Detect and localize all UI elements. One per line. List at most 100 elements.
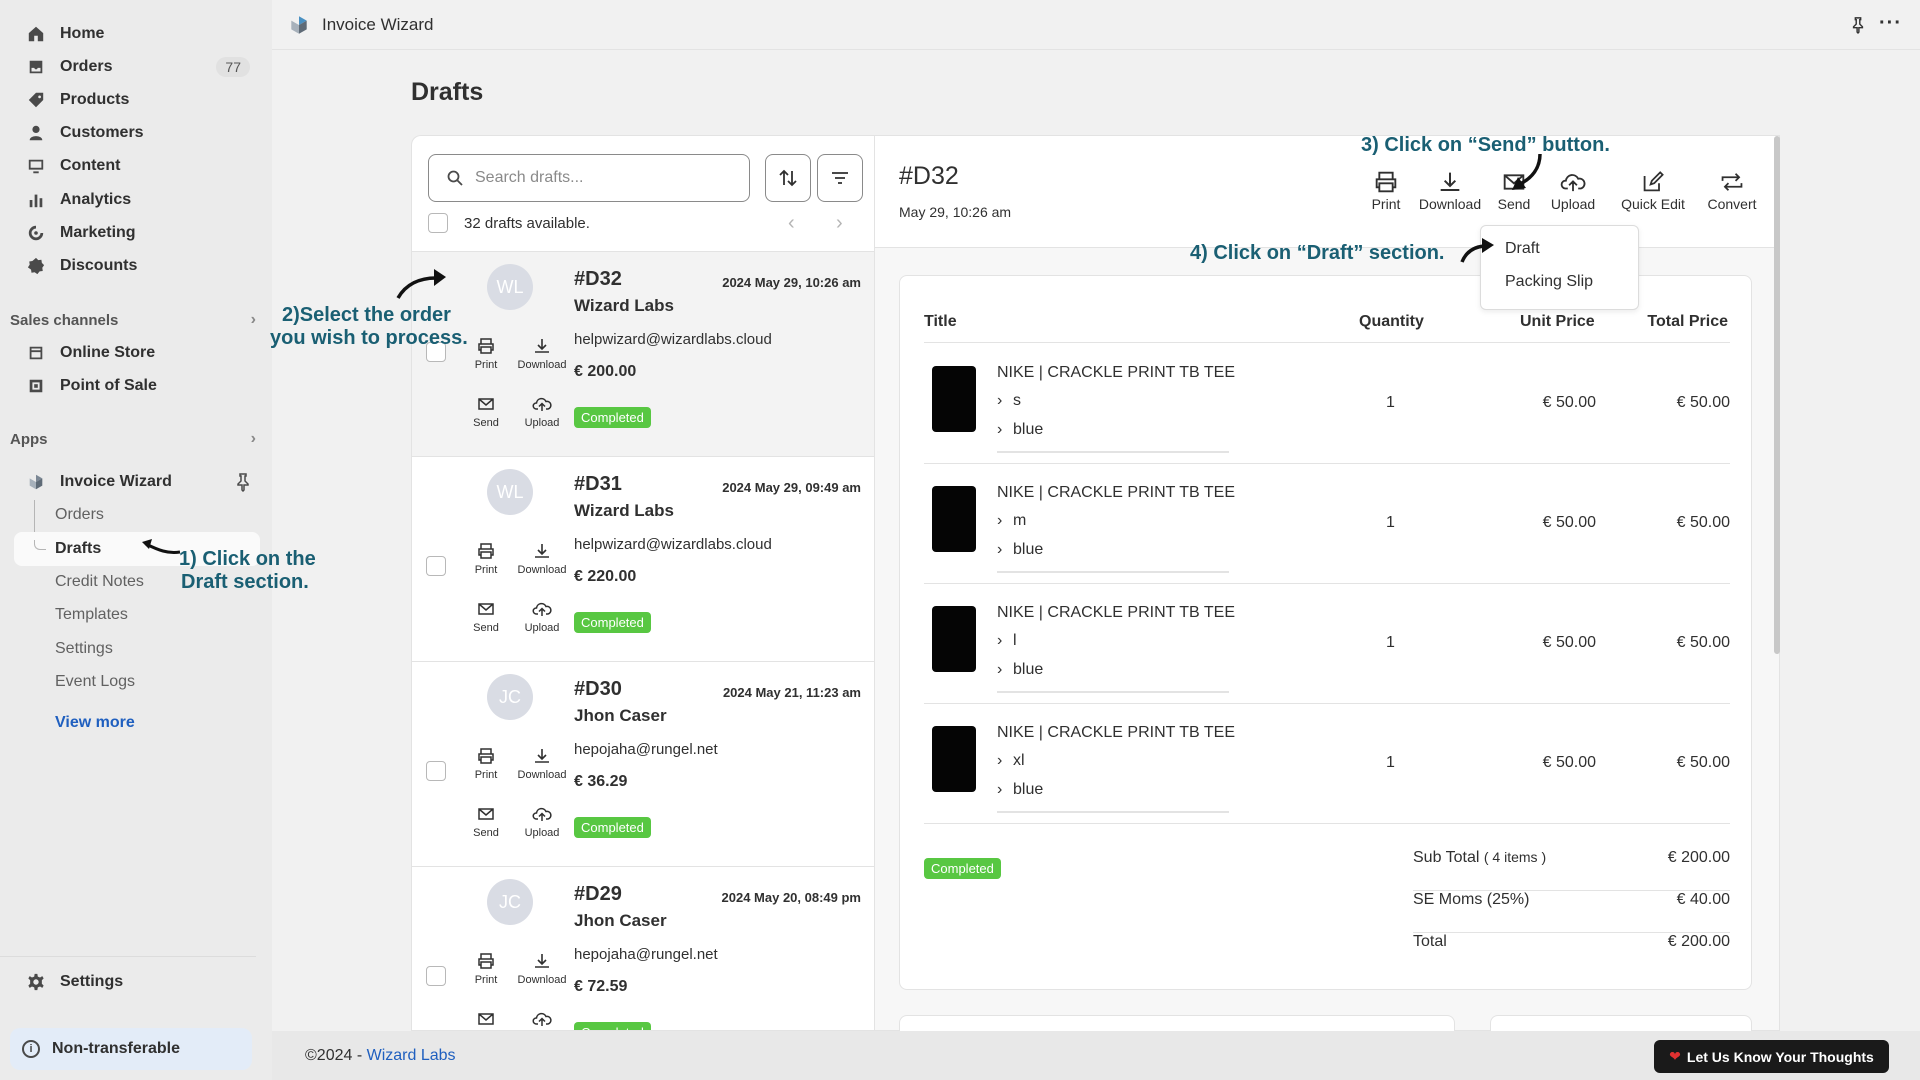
nav-label: Home	[60, 25, 105, 42]
sales-channels-heading[interactable]: Sales channels ›	[10, 311, 260, 329]
line-unit-price: € 50.00	[1542, 394, 1596, 411]
variant-color[interactable]: › blue	[997, 541, 1043, 559]
print-action[interactable]: Print	[456, 952, 516, 986]
draft-row[interactable]: JC Print Download Send Upload #D29 2024 …	[412, 866, 874, 1030]
nav-customers[interactable]: Customers	[14, 117, 260, 149]
col-title: Title	[924, 313, 957, 330]
quick-edit-button[interactable]: Quick Edit	[1611, 170, 1695, 212]
send-action[interactable]: Send	[456, 600, 516, 634]
download-button[interactable]: Download	[1410, 170, 1490, 212]
drafts-list-panel: 32 drafts available. ‹ › WL Print Downlo…	[411, 135, 874, 1031]
download-action[interactable]: Download	[512, 337, 572, 371]
next-page-button[interactable]: ›	[836, 212, 843, 235]
nav-invoice-wizard[interactable]: Invoice Wizard	[14, 466, 260, 498]
variant-size[interactable]: › l	[997, 632, 1017, 650]
line-unit-price: € 50.00	[1542, 634, 1596, 651]
select-all-checkbox[interactable]	[428, 213, 448, 233]
download-action[interactable]: Download	[512, 747, 572, 781]
line-item-row: NIKE | CRACKLE PRINT TB TEE › s › blue 1 €…	[924, 344, 1730, 464]
menu-item-draft[interactable]: Draft	[1505, 240, 1540, 258]
non-transferable-banner[interactable]: i Non-transferable	[10, 1028, 252, 1070]
content-icon	[26, 156, 46, 176]
nav-settings[interactable]: Settings	[14, 966, 260, 998]
download-action[interactable]: Download	[512, 542, 572, 576]
header-divider	[924, 342, 1730, 343]
view-more-link[interactable]: View more	[55, 714, 135, 732]
row-checkbox[interactable]	[426, 761, 446, 781]
nav-point-of-sale[interactable]: Point of Sale	[14, 370, 260, 402]
draft-id: #D31	[574, 473, 622, 495]
sort-button[interactable]	[765, 154, 811, 202]
variant-color[interactable]: › blue	[997, 781, 1043, 799]
customer-name: Jhon Caser	[574, 706, 667, 725]
variant-size[interactable]: › s	[997, 392, 1021, 410]
upload-action[interactable]: Upload	[512, 805, 572, 839]
line-quantity: 1	[1386, 634, 1395, 651]
status-badge: Completed	[574, 817, 651, 838]
subnav-event-logs[interactable]: Event Logs	[55, 673, 135, 691]
nav-content[interactable]: Content	[14, 150, 260, 182]
nav-analytics[interactable]: Analytics	[14, 184, 260, 216]
send-action[interactable]: Send	[456, 1010, 516, 1030]
variant-color[interactable]: › blue	[997, 421, 1043, 439]
drafts-count: 32 drafts available.	[464, 215, 590, 232]
convert-button[interactable]: Convert	[1697, 170, 1767, 212]
send-action[interactable]: Send	[456, 395, 516, 429]
nav-label: Products	[60, 91, 130, 108]
download-icon	[535, 954, 549, 968]
heart-icon: ❤	[1669, 1048, 1681, 1064]
subnav-drafts[interactable]: Drafts	[55, 540, 101, 558]
line-total: € 50.00	[1676, 634, 1730, 651]
draft-row[interactable]: WL Print Download Send Upload #D32 2024 …	[412, 251, 874, 456]
pin-icon[interactable]	[234, 472, 252, 497]
line-total: € 50.00	[1676, 514, 1730, 531]
draft-total: € 200.00	[574, 363, 637, 380]
download-action[interactable]: Download	[512, 952, 572, 986]
draft-row[interactable]: WL Print Download Send Upload #D31 2024 …	[412, 456, 874, 661]
variant-underline	[997, 451, 1229, 453]
company-link[interactable]: Wizard Labs	[367, 1047, 456, 1064]
prev-page-button[interactable]: ‹	[788, 212, 795, 235]
nav-online-store[interactable]: Online Store	[14, 337, 260, 369]
search-input[interactable]	[475, 169, 735, 187]
subnav-credit-notes[interactable]: Credit Notes	[55, 573, 144, 591]
apps-heading[interactable]: Apps ›	[10, 430, 260, 448]
avatar: JC	[487, 674, 533, 720]
subnav-settings[interactable]: Settings	[55, 640, 113, 658]
filter-button[interactable]	[817, 154, 863, 202]
nav-orders[interactable]: Orders 77	[14, 51, 260, 83]
avatar: WL	[487, 264, 533, 310]
detail-scrollbar[interactable]	[1774, 136, 1780, 654]
subnav-orders[interactable]: Orders	[55, 506, 104, 524]
variant-color[interactable]: › blue	[997, 661, 1043, 679]
variant-size[interactable]: › m	[997, 512, 1026, 530]
pin-icon[interactable]	[1850, 15, 1866, 40]
nav-products[interactable]: Products	[14, 84, 260, 116]
convert-icon	[1721, 173, 1743, 191]
feedback-button[interactable]: ❤ Let Us Know Your Thoughts	[1654, 1040, 1889, 1073]
subnav-templates[interactable]: Templates	[55, 606, 128, 624]
row-checkbox[interactable]	[426, 966, 446, 986]
print-action[interactable]: Print	[456, 542, 516, 576]
variant-size[interactable]: › xl	[997, 752, 1025, 770]
send-action[interactable]: Send	[456, 805, 516, 839]
print-action[interactable]: Print	[456, 747, 516, 781]
page-title: Drafts	[411, 78, 484, 106]
search-box[interactable]	[428, 154, 750, 202]
cloud-upload-icon	[532, 1012, 552, 1026]
draft-date: 2024 May 29, 10:26 am	[722, 275, 861, 290]
upload-button[interactable]: Upload	[1543, 170, 1603, 212]
draft-row[interactable]: JC Print Download Send Upload #D30 2024 …	[412, 661, 874, 866]
draft-total: € 36.29	[574, 773, 628, 790]
nav-discounts[interactable]: Discounts	[14, 250, 260, 282]
upload-action[interactable]: Upload	[512, 1010, 572, 1030]
row-checkbox[interactable]	[426, 556, 446, 576]
upload-action[interactable]: Upload	[512, 600, 572, 634]
print-button[interactable]: Print	[1358, 170, 1414, 212]
more-options-icon[interactable]: ···	[1879, 12, 1902, 35]
nav-home[interactable]: Home	[14, 18, 260, 50]
upload-action[interactable]: Upload	[512, 395, 572, 429]
avatar: JC	[487, 879, 533, 925]
nav-marketing[interactable]: Marketing	[14, 217, 260, 249]
menu-item-packing-slip[interactable]: Packing Slip	[1505, 273, 1593, 291]
